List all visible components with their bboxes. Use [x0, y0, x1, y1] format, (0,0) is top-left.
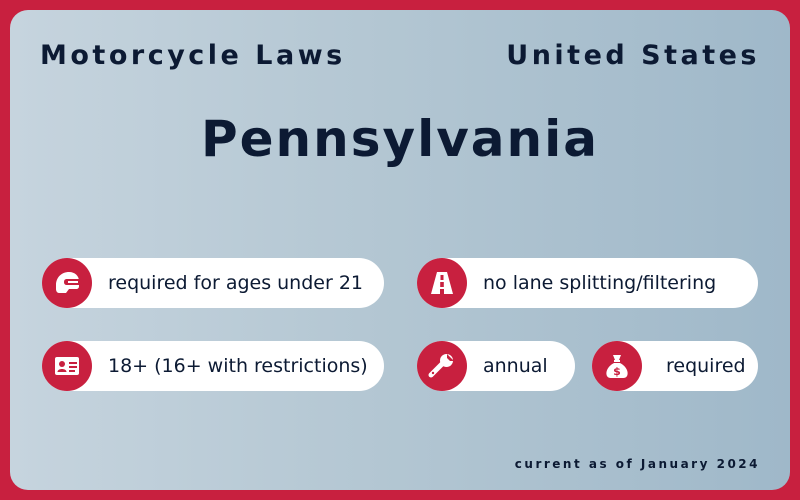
wrench-icon [417, 341, 467, 391]
updated-note: current as of January 2024 [514, 457, 760, 471]
money-bag-icon: $ [592, 341, 642, 391]
insurance-pill: $ required [592, 341, 758, 391]
lane-splitting-text: no lane splitting/filtering [483, 272, 717, 294]
id-card-icon [42, 341, 92, 391]
region-label: United States [506, 40, 760, 71]
inspection-pill: annual [417, 341, 575, 391]
helmet-law-pill: required for ages under 21 [42, 258, 384, 308]
law-card: Motorcycle Laws United States Pennsylvan… [10, 10, 790, 490]
license-text: 18+ (16+ with restrictions) [108, 355, 368, 377]
helmet-law-text: required for ages under 21 [108, 272, 364, 294]
card-title: Motorcycle Laws [40, 40, 346, 71]
license-pill: 18+ (16+ with restrictions) [42, 341, 384, 391]
state-name: Pennsylvania [200, 110, 600, 168]
lane-splitting-pill: no lane splitting/filtering [417, 258, 758, 308]
svg-text:$: $ [613, 365, 621, 378]
inspection-text: annual [483, 355, 548, 377]
road-icon [417, 258, 467, 308]
helmet-icon [42, 258, 92, 308]
insurance-text: required [666, 355, 746, 377]
